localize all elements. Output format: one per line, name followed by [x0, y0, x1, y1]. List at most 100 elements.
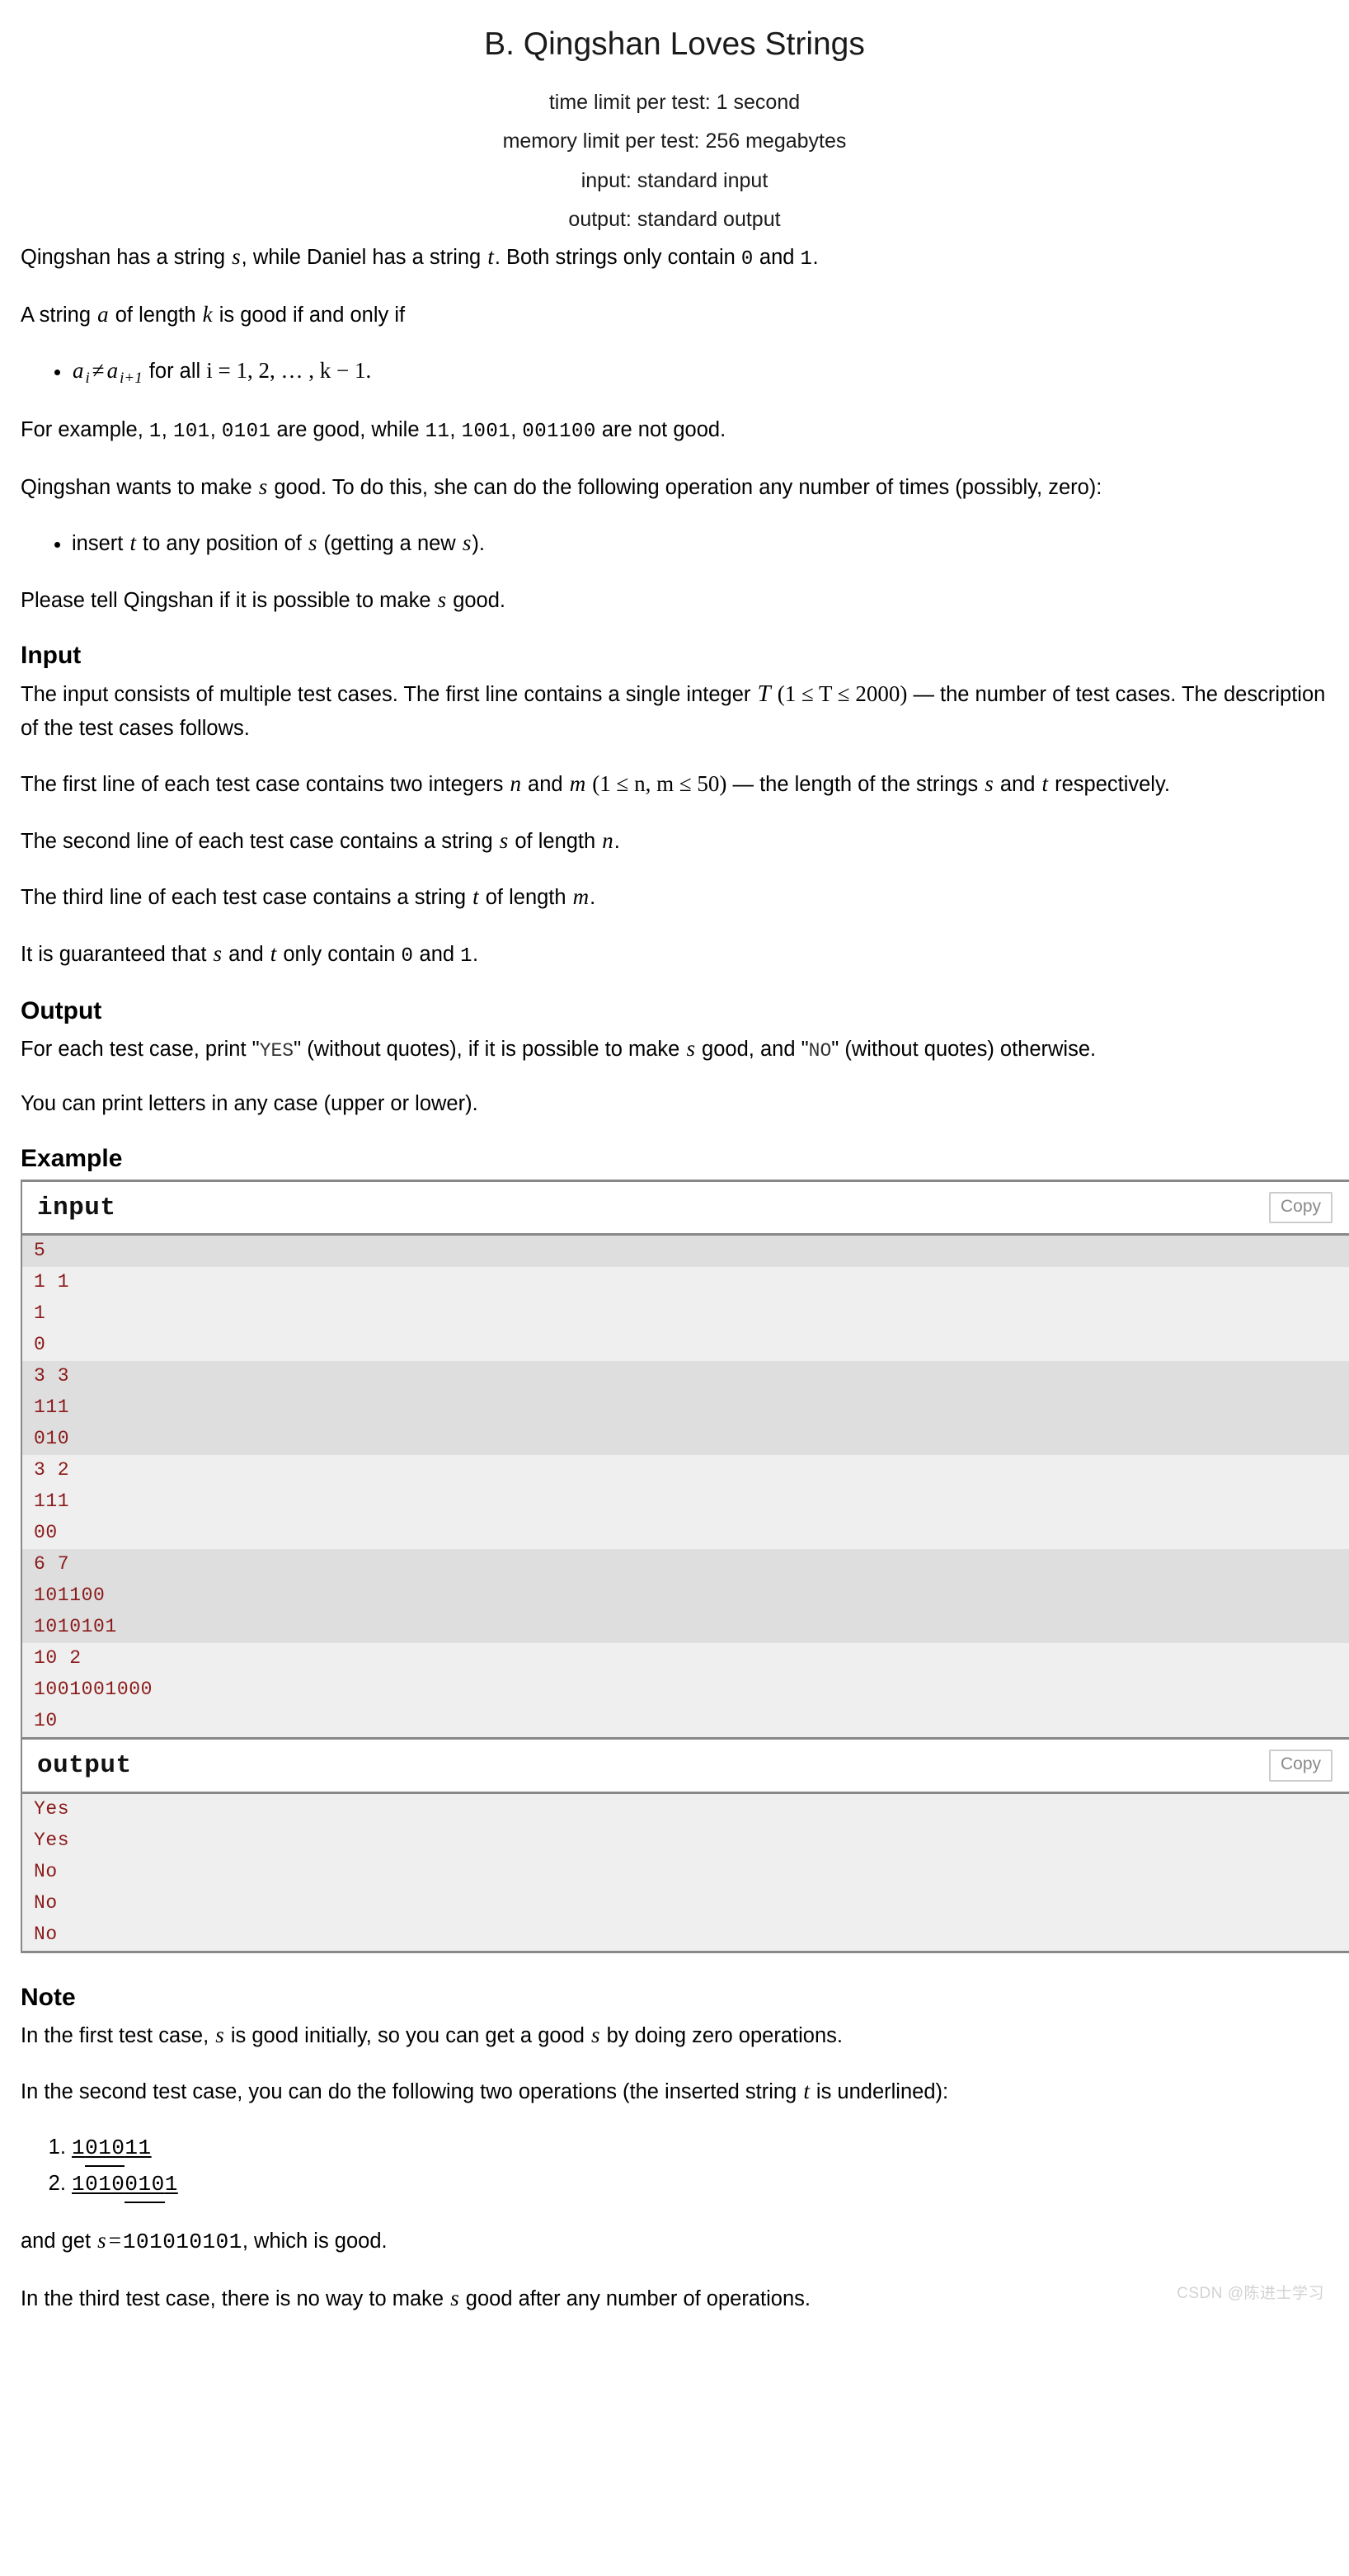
- inserted-substring: 010: [85, 2135, 125, 2167]
- math-var-s: s: [308, 530, 317, 556]
- text-fragment: — the length of the strings: [726, 773, 985, 797]
- io-line: 10: [34, 1710, 58, 1732]
- good-definition-list: ai≠ai+1 for all i = 1, 2, … , k − 1.: [21, 354, 1328, 391]
- section-heading-output: Output: [21, 996, 102, 1024]
- problem-limits: time limit per test: 1 second memory lim…: [0, 83, 1349, 240]
- test-case-group: 1 1 1 0: [22, 1267, 1349, 1361]
- test-case-group: 3 2 111 00: [22, 1455, 1349, 1549]
- math-var-s: s: [985, 771, 994, 797]
- text-fragment: is underlined):: [810, 2080, 949, 2104]
- section-heading-input: Input: [21, 642, 82, 670]
- note-step-sequence: 101011: [72, 2135, 152, 2167]
- math-var-n: n: [510, 771, 521, 797]
- text-fragment: " (without quotes), if it is possible to…: [294, 1037, 686, 1061]
- text-fragment: The second line of each test case contai…: [21, 829, 499, 853]
- example-block: input Copy 5 1 1103 3 111 010 3 2 111 00 6 7 10 1…: [21, 1180, 1349, 1953]
- copy-input-button[interactable]: Copy: [1268, 1192, 1333, 1224]
- statement-paragraph-1: Qingshan has a string s, while Daniel ha…: [21, 240, 1328, 275]
- statement-paragraph-5: Please tell Qingshan if it is possible t…: [21, 583, 1328, 617]
- input-paragraph-3: The second line of each test case contai…: [21, 824, 1328, 858]
- text-fragment: good. To do this, she can do the followi…: [268, 475, 1102, 499]
- text-fragment: good, and ": [695, 1037, 809, 1061]
- text-fragment: ,: [161, 417, 173, 441]
- list-item: 101011: [72, 2131, 1328, 2167]
- list-item: ai≠ai+1 for all i = 1, 2, … , k − 1.: [72, 354, 1328, 391]
- page-title: B. Qingshan Loves Strings: [484, 26, 865, 62]
- text-fragment: , which is good.: [242, 2229, 388, 2253]
- output-spec: output: standard output: [568, 208, 781, 232]
- math-var-s: s: [215, 2022, 224, 2047]
- io-line: 1 1: [34, 1271, 70, 1293]
- test-case-group: 3 3 111 010: [22, 1361, 1349, 1456]
- text-fragment: of length: [509, 829, 602, 853]
- output-paragraph-2: You can print letters in any case (upper…: [21, 1092, 478, 1116]
- io-line: 5: [34, 1240, 46, 1262]
- io-line: No: [34, 1923, 58, 1945]
- note-paragraph-4: In the third test case, there is no way …: [21, 2282, 1328, 2315]
- math-var-n: n: [602, 827, 613, 853]
- text-fragment: ,: [209, 417, 222, 441]
- statement-paragraph-2: A string a of length k is good if and on…: [21, 298, 1328, 332]
- input-paragraph-2: The first line of each test case contain…: [21, 767, 1328, 801]
- literal-bad-1: 11: [425, 420, 450, 443]
- io-line: 111: [34, 1491, 70, 1513]
- literal-yes: YES: [259, 1039, 294, 1062]
- note-step-sequence: 10100101: [72, 2171, 178, 2203]
- text-fragment: respectively.: [1049, 773, 1170, 797]
- math-var-s: s: [499, 827, 509, 853]
- statement-paragraph-4: Qingshan wants to make s good. To do thi…: [21, 470, 1328, 504]
- text-fragment: and: [413, 942, 461, 966]
- math-var-s: s: [462, 530, 472, 556]
- note-steps-list: 101011 10100101: [21, 2131, 1328, 2203]
- literal-good-1: 1: [148, 420, 162, 443]
- math-var-a: a: [97, 301, 109, 327]
- list-item: insert t to any position of s (getting a…: [72, 526, 1328, 560]
- sequence-suffix: 11: [125, 2135, 152, 2160]
- text-fragment: and: [753, 245, 801, 269]
- text-fragment: . Both strings only contain: [494, 245, 741, 269]
- math-var-s: s: [213, 940, 223, 966]
- text-fragment: good after any number of operations.: [459, 2286, 811, 2310]
- text-fragment: and: [521, 773, 569, 797]
- copy-output-button[interactable]: Copy: [1268, 1750, 1333, 1782]
- math-var-s: s: [232, 243, 241, 269]
- text-fragment: In the third test case, there is no way …: [21, 2286, 450, 2310]
- text-fragment: , while Daniel has a string: [241, 245, 487, 269]
- math-var-s: s: [97, 2227, 106, 2253]
- io-line: No: [34, 1891, 58, 1914]
- literal-no: NO: [808, 1039, 832, 1062]
- io-line: 0: [34, 1334, 46, 1356]
- math-sub-i-plus-1: i+1: [120, 370, 143, 388]
- section-heading-example: Example: [21, 1145, 123, 1173]
- math-sub-i: i: [85, 370, 90, 388]
- text-fragment: are good, while: [270, 417, 425, 441]
- math-var-s: s: [591, 2022, 600, 2047]
- text-fragment: Please tell Qingshan if it is possible t…: [21, 588, 437, 612]
- input-paragraph-5: It is guaranteed that s and t only conta…: [21, 937, 1328, 972]
- input-label: input: [37, 1193, 116, 1222]
- text-fragment: are not good.: [595, 417, 726, 441]
- io-line: 6 7: [34, 1553, 70, 1575]
- test-case-group: 5: [22, 1236, 1349, 1268]
- math-var-k: k: [202, 301, 213, 327]
- math-var-t: t: [129, 530, 136, 556]
- literal-one: 1: [800, 247, 813, 271]
- text-fragment: The first line of each test case contain…: [21, 773, 510, 797]
- input-paragraph-4: The third line of each test case contain…: [21, 880, 1328, 914]
- math-neq: ≠: [92, 358, 105, 384]
- text-fragment: ).: [472, 532, 485, 556]
- io-line: 3 2: [34, 1459, 70, 1481]
- text-fragment: only contain: [277, 942, 402, 966]
- text-fragment: of length: [479, 886, 572, 910]
- text-fragment: .: [590, 886, 596, 910]
- io-line: 10 2: [34, 1647, 82, 1669]
- text-fragment: good.: [447, 588, 506, 612]
- output-data-body: Yes Yes No No No: [22, 1793, 1349, 1953]
- text-fragment: For example,: [21, 417, 149, 441]
- io-line: Yes: [34, 1797, 70, 1820]
- literal-zero: 0: [740, 247, 754, 271]
- csdn-watermark: CSDN @陈进士学习: [1177, 2285, 1324, 2303]
- text-fragment: and get: [21, 2229, 97, 2253]
- text-fragment: In the second test case, you can do the …: [21, 2080, 803, 2104]
- problem-page: B. Qingshan Loves Strings time limit per…: [0, 0, 1349, 2315]
